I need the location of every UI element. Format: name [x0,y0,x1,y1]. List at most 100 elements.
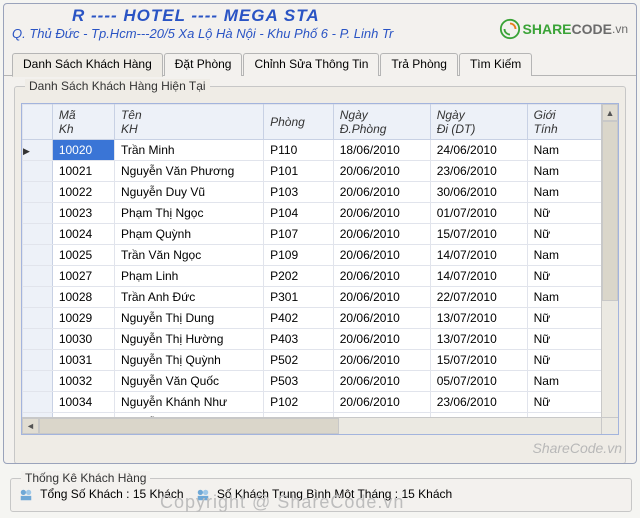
table-row[interactable]: 10030Nguyễn Thị HườngP40320/06/201013/07… [23,329,620,350]
cell-ma[interactable]: 10034 [52,392,114,413]
cell-ten[interactable]: Trần Anh Đức [114,287,263,308]
cell-gt[interactable]: Nam [527,371,602,392]
cell-ten[interactable]: Trần Minh [114,140,263,161]
cell-ten[interactable]: Nguyễn Khánh Như [114,392,263,413]
cell-phong[interactable]: P202 [264,266,334,287]
cell-ten[interactable]: Nguyễn Thị Quỳnh [114,350,263,371]
cell-ngaydp[interactable]: 18/06/2010 [333,140,430,161]
row-header[interactable] [23,203,53,224]
column-header[interactable]: NgàyĐi (DT) [430,105,527,140]
vertical-scrollbar[interactable]: ▲ [601,104,618,417]
table-row[interactable]: 10029Nguyễn Thị DungP40220/06/201013/07/… [23,308,620,329]
cell-gt[interactable]: Nam [527,287,602,308]
cell-ma[interactable]: 10024 [52,224,114,245]
cell-ngaydi[interactable]: 30/06/2010 [430,182,527,203]
column-header[interactable]: GiớiTính [527,105,602,140]
tab-3[interactable]: Trả Phòng [380,53,458,76]
cell-ngaydp[interactable]: 20/06/2010 [333,224,430,245]
cell-phong[interactable]: P403 [264,329,334,350]
cell-ngaydi[interactable]: 24/06/2010 [430,140,527,161]
row-header[interactable] [23,350,53,371]
row-header[interactable] [23,182,53,203]
cell-phong[interactable]: P110 [264,140,334,161]
cell-ngaydp[interactable]: 20/06/2010 [333,287,430,308]
column-header[interactable]: NgàyĐ.Phòng [333,105,430,140]
row-header[interactable] [23,245,53,266]
row-header[interactable] [23,308,53,329]
tab-4[interactable]: Tìm Kiếm [459,53,532,76]
column-header[interactable]: MãKh [52,105,114,140]
tab-0[interactable]: Danh Sách Khách Hàng [12,53,163,77]
cell-ten[interactable]: Phạm Quỳnh [114,224,263,245]
cell-phong[interactable]: P503 [264,371,334,392]
cell-ma[interactable]: 10025 [52,245,114,266]
cell-ngaydi[interactable]: 22/07/2010 [430,287,527,308]
cell-ma[interactable]: 10032 [52,371,114,392]
cell-ngaydi[interactable]: 14/07/2010 [430,266,527,287]
table-row[interactable]: 10024Phạm QuỳnhP10720/06/201015/07/2010N… [23,224,620,245]
row-header[interactable] [23,371,53,392]
cell-ngaydp[interactable]: 20/06/2010 [333,266,430,287]
cell-ngaydi[interactable]: 15/07/2010 [430,350,527,371]
scroll-thumb-horizontal[interactable] [39,418,339,434]
row-header[interactable]: ▶ [23,140,53,161]
table-row[interactable]: 10022Nguyễn Duy VũP10320/06/201030/06/20… [23,182,620,203]
table-row[interactable]: 10023Phạm Thị NgọcP10420/06/201001/07/20… [23,203,620,224]
cell-ngaydp[interactable]: 20/06/2010 [333,329,430,350]
cell-gt[interactable]: Nữ [527,224,602,245]
cell-phong[interactable]: P109 [264,245,334,266]
cell-ten[interactable]: Nguyễn Văn Quốc [114,371,263,392]
cell-ngaydi[interactable]: 13/07/2010 [430,308,527,329]
cell-gt[interactable]: Nữ [527,203,602,224]
cell-ngaydi[interactable]: 13/07/2010 [430,329,527,350]
cell-ma[interactable]: 10020 [52,140,114,161]
cell-ngaydi[interactable]: 23/06/2010 [430,392,527,413]
cell-ten[interactable]: Phạm Thị Ngọc [114,203,263,224]
row-header[interactable] [23,266,53,287]
cell-ma[interactable]: 10031 [52,350,114,371]
table-row[interactable]: 10032Nguyễn Văn QuốcP50320/06/201005/07/… [23,371,620,392]
cell-gt[interactable]: Nam [527,245,602,266]
scroll-left-button[interactable]: ◄ [22,418,39,434]
cell-ma[interactable]: 10023 [52,203,114,224]
cell-phong[interactable]: P101 [264,161,334,182]
scroll-thumb-vertical[interactable] [602,121,618,301]
cell-ngaydp[interactable]: 20/06/2010 [333,350,430,371]
cell-phong[interactable]: P102 [264,392,334,413]
table-row[interactable]: 10031Nguyễn Thị QuỳnhP50220/06/201015/07… [23,350,620,371]
cell-ten[interactable]: Phạm Linh [114,266,263,287]
cell-ngaydi[interactable]: 14/07/2010 [430,245,527,266]
tab-2[interactable]: Chỉnh Sửa Thông Tin [243,53,379,76]
cell-gt[interactable]: Nữ [527,266,602,287]
cell-phong[interactable]: P301 [264,287,334,308]
cell-ngaydp[interactable]: 20/06/2010 [333,245,430,266]
cell-ngaydp[interactable]: 20/06/2010 [333,371,430,392]
cell-ngaydi[interactable]: 15/07/2010 [430,224,527,245]
row-header[interactable] [23,329,53,350]
cell-ten[interactable]: Nguyễn Thị Hường [114,329,263,350]
cell-gt[interactable]: Nữ [527,350,602,371]
cell-ten[interactable]: Nguyễn Thị Dung [114,308,263,329]
table-row[interactable]: 10027Phạm LinhP20220/06/201014/07/2010Nữ… [23,266,620,287]
cell-gt[interactable]: Nữ [527,392,602,413]
row-header[interactable] [23,161,53,182]
cell-ma[interactable]: 10021 [52,161,114,182]
column-header[interactable]: Phòng [264,105,334,140]
cell-ngaydp[interactable]: 20/06/2010 [333,161,430,182]
cell-ngaydp[interactable]: 20/06/2010 [333,392,430,413]
row-header[interactable] [23,287,53,308]
horizontal-scrollbar[interactable]: ◄ [22,417,601,434]
cell-gt[interactable]: Nữ [527,308,602,329]
cell-ten[interactable]: Nguyễn Duy Vũ [114,182,263,203]
cell-ten[interactable]: Trần Văn Ngọc [114,245,263,266]
row-header[interactable] [23,392,53,413]
cell-ma[interactable]: 10022 [52,182,114,203]
table-row[interactable]: 10021Nguyễn Văn PhươngP10120/06/201023/0… [23,161,620,182]
cell-ma[interactable]: 10028 [52,287,114,308]
cell-ma[interactable]: 10027 [52,266,114,287]
cell-gt[interactable]: Nam [527,182,602,203]
cell-gt[interactable]: Nữ [527,329,602,350]
table-row[interactable]: 10028Trần Anh ĐứcP30120/06/201022/07/201… [23,287,620,308]
scroll-up-button[interactable]: ▲ [602,104,618,121]
cell-ten[interactable]: Nguyễn Văn Phương [114,161,263,182]
